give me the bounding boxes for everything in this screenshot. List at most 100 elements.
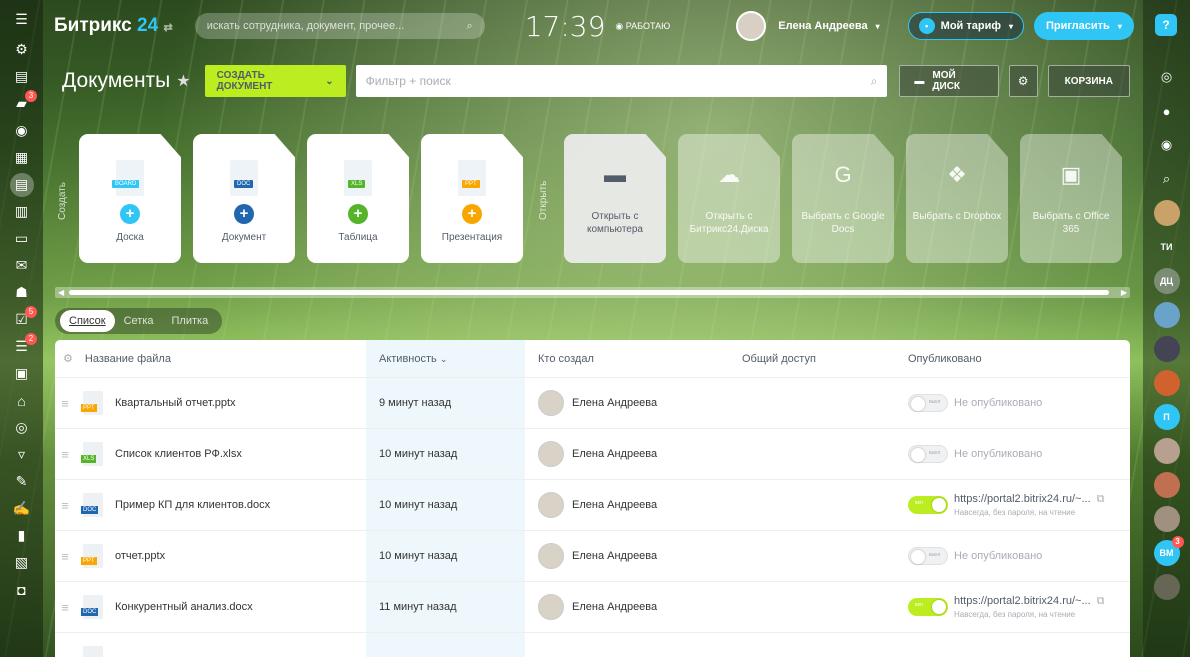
publish-toggle[interactable]: выкл [908,445,948,463]
table-row[interactable]: ≡ DOC Пример КП для клиентов.docx 10 минут… [55,480,1130,531]
drag-handle-icon[interactable]: ≡ [55,549,75,564]
creator-name[interactable]: Елена Андреева [572,448,657,460]
view-grid-tab[interactable]: Сетка [115,310,163,332]
notifications-icon[interactable]: ● [1143,94,1190,128]
copy-icon[interactable]: ⧉ [1097,595,1105,607]
file-name[interactable]: Квартальный отчет.pptx [115,397,236,409]
table-row[interactable]: ≡ XLS Список клиентов РФ.xlsx 10 минут наз… [55,429,1130,480]
mail-icon[interactable]: ✉ [0,252,43,279]
column-activity[interactable]: Активность ⌄ [366,353,525,365]
public-link[interactable]: https://portal2.bitrix24.ru/~... [954,493,1091,505]
swap-icon[interactable]: ⇄ [163,22,172,34]
filter-search-input[interactable]: Фильтр + поиск ⌕ [355,65,888,97]
column-shared[interactable]: Общий доступ [729,353,895,365]
create-table-tile[interactable]: XLS + Таблица [307,134,409,263]
search-icon[interactable]: ⌕ [467,20,473,33]
create-document-button[interactable]: СОЗДАТЬ ДОКУМЕНТ ⌄ [204,65,346,97]
gear-icon[interactable]: ⚙ [63,352,73,365]
avatar-vm[interactable]: ВМ 3 [1143,536,1190,570]
my-disk-button[interactable]: ▬ МОЙ ДИСК [899,65,999,97]
table-row[interactable]: ≡ DOC Конкурентный анализ.docx 11 минут на… [55,582,1130,633]
column-published[interactable]: Опубликовано [895,353,1130,365]
create-document-tile[interactable]: DOC + Документ [193,134,295,263]
table-row[interactable] [55,633,1130,657]
drag-handle-icon[interactable]: ≡ [55,600,75,615]
avatar-p[interactable]: П [1143,400,1190,434]
avatar[interactable] [1143,570,1190,604]
table-row[interactable]: ≡ PPT отчет.pptx 10 минут назад Елена Андр… [55,531,1130,582]
drag-handle-icon[interactable]: ≡ [55,498,75,513]
horizontal-scrollbar[interactable]: ◀ ▶ [55,287,1130,298]
search-icon[interactable]: ⌕ [871,74,878,89]
target-icon[interactable]: ◎ [0,414,43,441]
avatar-ti[interactable]: ТИ [1143,230,1190,264]
global-search-input[interactable]: искать сотрудника, документ, прочее... ⌕ [194,13,485,39]
publish-toggle[interactable]: вкл [908,598,948,616]
office-365-tile[interactable]: ▣ Выбрать с Office 365 [1020,134,1122,263]
feed-icon[interactable]: ▤ [0,63,43,90]
pulse-icon[interactable]: ⚙ [0,36,43,63]
column-name[interactable]: Название файла [85,353,171,365]
tariff-button[interactable]: ▪ Мой тариф ▾ [907,12,1024,40]
search-icon[interactable]: ⌕ [1143,162,1190,196]
copy-icon[interactable]: ⧉ [1097,493,1105,505]
publish-toggle[interactable]: выкл [908,394,948,412]
creator-name[interactable]: Елена Андреева [572,397,657,409]
avatar[interactable] [1143,298,1190,332]
avatar[interactable] [1143,502,1190,536]
calendar-icon[interactable]: ▦ [0,144,43,171]
tasks-icon[interactable]: ☑ 5 [0,306,43,333]
avatar[interactable] [1143,196,1190,230]
public-link[interactable]: https://portal2.bitrix24.ru/~... [954,595,1091,607]
dropbox-tile[interactable]: ❖ Выбрать с Dropbox [906,134,1008,263]
create-presentation-tile[interactable]: PPT + Презентация [421,134,523,263]
edit-icon[interactable]: ✎ [0,468,43,495]
invite-button[interactable]: Пригласить ▾ [1033,12,1134,40]
star-icon[interactable]: ★ [176,71,190,91]
google-docs-tile[interactable]: G Выбрать с Google Docs [792,134,894,263]
scroll-thumb[interactable] [69,290,1109,295]
groups-icon[interactable]: ☗ [0,279,43,306]
contacts-icon[interactable]: ▧ [0,549,43,576]
cart-icon[interactable]: ▿ [0,441,43,468]
file-name[interactable]: Конкурентный анализ.docx [115,601,253,613]
view-list-tab[interactable]: Список [60,310,115,332]
publish-toggle[interactable]: вкл [908,496,948,514]
drag-handle-icon[interactable]: ≡ [55,396,75,411]
robot-icon[interactable]: ◘ [0,576,43,603]
chat-icon[interactable]: ▰ 3 [0,90,43,117]
analytics-icon[interactable]: ▮ [0,522,43,549]
avatar[interactable] [1143,434,1190,468]
trash-button[interactable]: КОРЗИНА [1047,65,1130,97]
publish-toggle[interactable]: выкл [908,547,948,565]
creator-name[interactable]: Елена Андреева [572,601,657,613]
avatar[interactable] [1143,366,1190,400]
table-row[interactable]: ≡ PPT Квартальный отчет.pptx 9 минут назад… [55,378,1130,429]
settings-button[interactable]: ⚙ [1008,65,1038,97]
presentation-icon[interactable]: ▥ [0,198,43,225]
menu-icon[interactable]: ☰ [0,2,43,36]
column-creator[interactable]: Кто создал [525,353,729,365]
file-name[interactable]: Список клиентов РФ.xlsx [115,448,242,460]
scroll-left-icon[interactable]: ◀ [58,287,64,298]
drag-handle-icon[interactable]: ≡ [55,447,75,462]
creator-name[interactable]: Елена Андреева [572,550,657,562]
view-tiles-tab[interactable]: Плитка [163,310,218,332]
circle-icon[interactable]: ◉ [0,117,43,144]
sign-icon[interactable]: ✍ [0,495,43,522]
avatar-dc[interactable]: ДЦ [1143,264,1190,298]
user-menu[interactable]: Елена Андреева ▾ [736,11,880,41]
copilot-icon[interactable]: ◎ [1143,60,1190,94]
crm-icon[interactable]: ▣ [0,360,43,387]
documents-icon[interactable]: ▤ [0,171,43,198]
clock[interactable]: 17:39 [525,10,606,43]
create-board-tile[interactable]: BOARD + Доска [79,134,181,263]
avatar[interactable] [1143,468,1190,502]
file-name[interactable]: отчет.pptx [115,550,165,562]
creator-name[interactable]: Елена Андреева [572,499,657,511]
file-name[interactable]: Пример КП для клиентов.docx [115,499,270,511]
filter-icon[interactable]: ☰ 2 [0,333,43,360]
drive-icon[interactable]: ▭ [0,225,43,252]
scroll-right-icon[interactable]: ▶ [1121,287,1127,298]
help-button[interactable]: ? [1155,14,1177,36]
